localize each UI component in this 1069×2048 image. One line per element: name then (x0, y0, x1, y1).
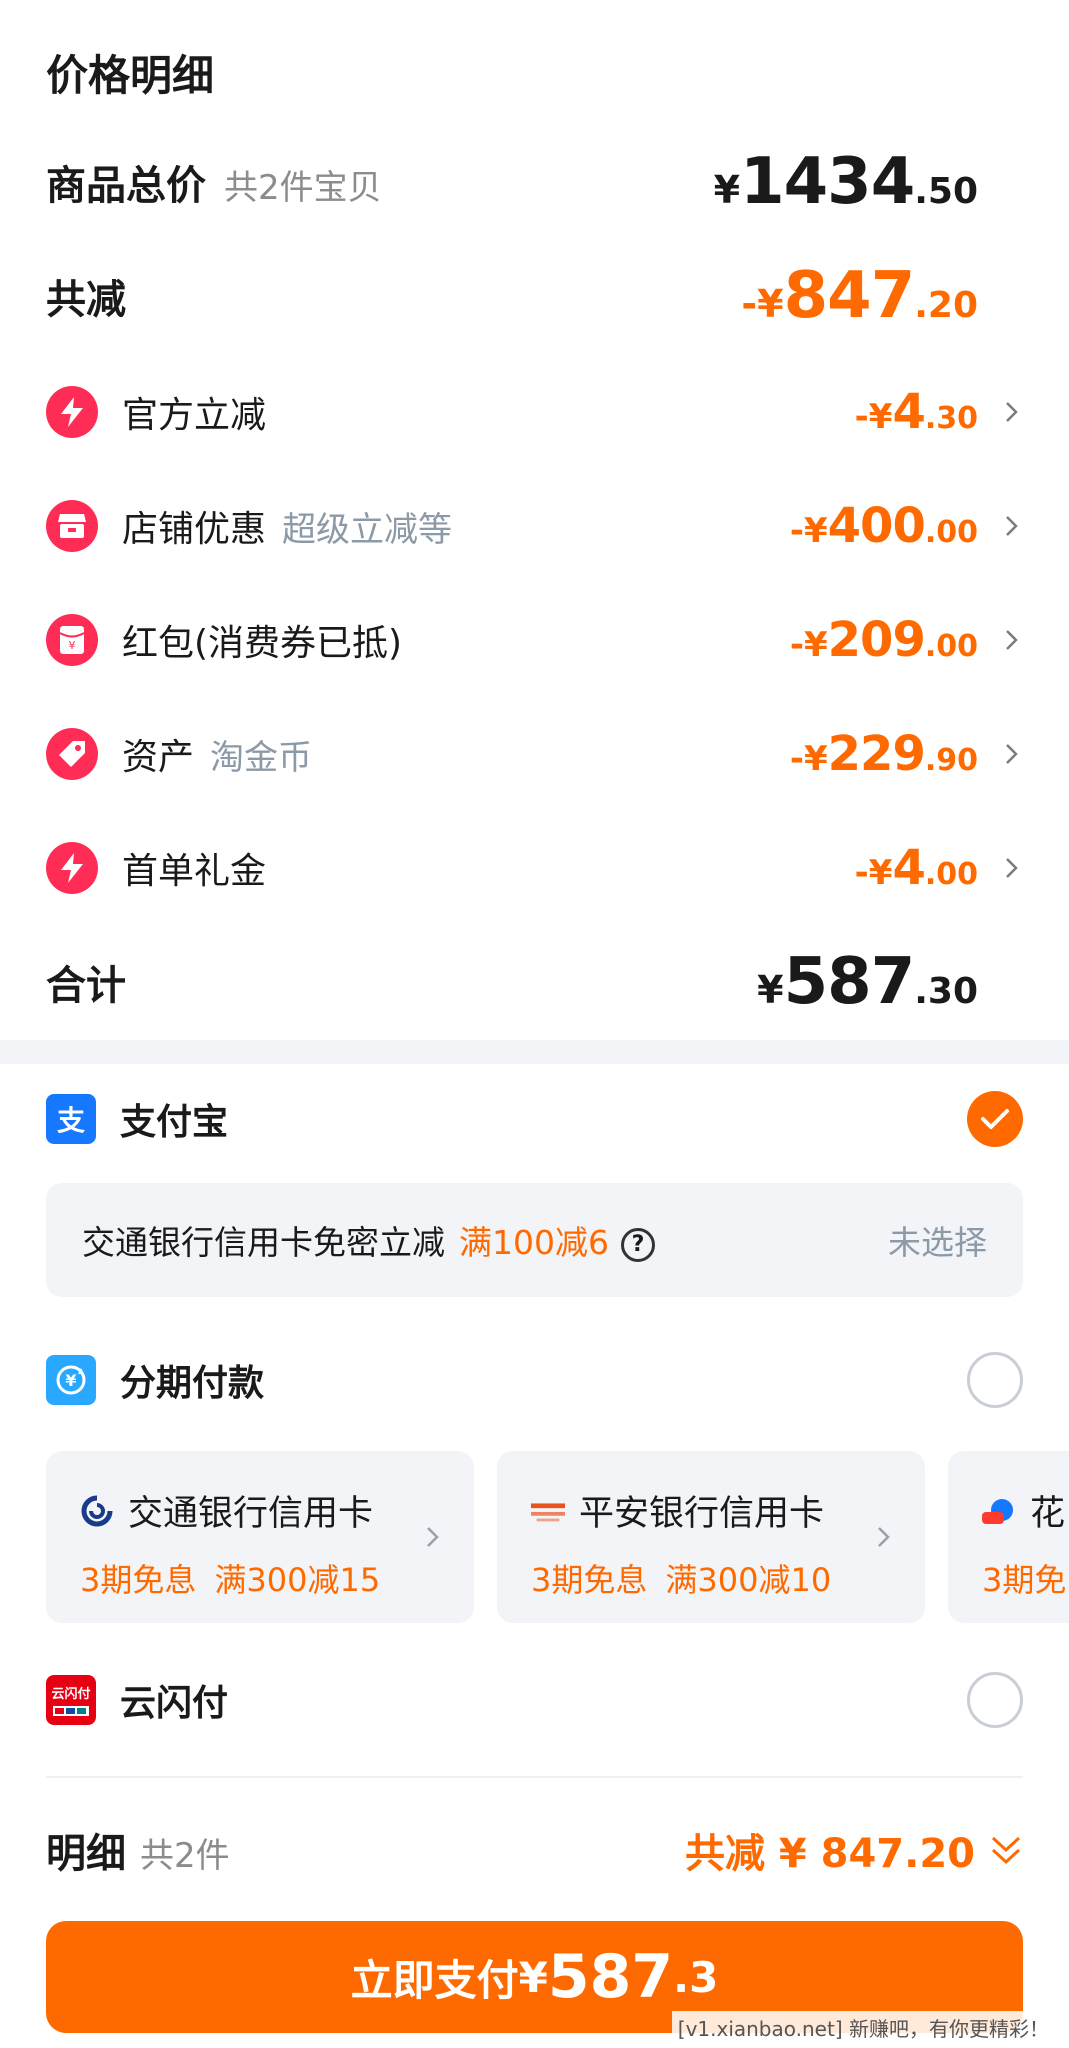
goods-total-label: 商品总价 共2件宝贝 (46, 163, 382, 209)
chevron-right-icon (1006, 744, 1018, 764)
huabei-logo-icon (982, 1494, 1016, 1528)
bocom-logo-icon (80, 1494, 114, 1528)
card-bank-name: 交通银行信用卡 (128, 1494, 374, 1534)
promo-text: 交通银行信用卡免密立减 (82, 1223, 445, 1262)
watermark: [v1.xianbao.net] 新赚吧，有你更精彩！ (671, 2011, 1055, 2044)
chevron-right-icon (1006, 630, 1018, 650)
card-bank-name: 平安银行信用卡 (579, 1494, 825, 1534)
alipay-label: 支付宝 (120, 1102, 229, 1143)
installment-card-pingan[interactable]: 平安银行信用卡 3期免息 满300减10 (497, 1451, 925, 1623)
chevron-right-icon (1006, 516, 1018, 536)
chevron-right-icon (1006, 858, 1018, 878)
pingan-logo-icon (531, 1494, 565, 1528)
chevron-right-icon (878, 1527, 890, 1547)
svg-text:¥: ¥ (65, 1371, 76, 1390)
svg-text:支: 支 (57, 1104, 85, 1137)
installment-card-list[interactable]: 交通银行信用卡 3期免息 满300减15 平安银行信用卡 3期免息 满300减10 … (46, 1451, 1069, 1623)
installment-card-huabei[interactable]: 花 3期免 (948, 1451, 1069, 1623)
promo-status[interactable]: 未选择 (888, 1216, 987, 1264)
discount-row-first-order[interactable]: 首单礼金 -¥4.00 (46, 828, 1023, 908)
lightning-icon (46, 386, 98, 438)
check-icon (981, 1109, 1009, 1129)
discount-row-official[interactable]: 官方立减 -¥4.30 (46, 372, 1023, 452)
sum-label: 合计 (46, 963, 126, 1009)
goods-total-row: 商品总价 共2件宝贝 ¥1434.50 (46, 142, 1023, 222)
detail-count: 共2件 (140, 1836, 230, 1876)
pay-option-installment[interactable]: ¥ 分期付款 (46, 1345, 1023, 1415)
discount-row-shop[interactable]: 店铺优惠 超级立减等 -¥400.00 (46, 486, 1023, 566)
goods-total-amount: ¥1434.50 (713, 145, 978, 219)
svg-text:¥: ¥ (69, 639, 76, 652)
divider (46, 1776, 1023, 1778)
total-reduced-row: 共减 -¥847.20 (46, 256, 1023, 336)
installment-card-bocom[interactable]: 交通银行信用卡 3期免息 满300减15 (46, 1451, 474, 1623)
pay-option-unionpay[interactable]: 云闪付 云闪付 (46, 1665, 1023, 1735)
alipay-radio[interactable] (967, 1091, 1023, 1147)
chevron-right-icon (427, 1527, 439, 1547)
section-divider (0, 1040, 1069, 1064)
total-reduced-amount: -¥847.20 (741, 259, 978, 333)
bank-promo-banner[interactable]: 交通银行信用卡免密立减 满100减6? 未选择 (46, 1183, 1023, 1297)
unionpay-radio[interactable] (967, 1672, 1023, 1728)
double-chevron-down-icon[interactable] (989, 1830, 1023, 1870)
installment-radio[interactable] (967, 1352, 1023, 1408)
page-title: 价格明细 (46, 51, 215, 100)
goods-count: 共2件宝贝 (224, 168, 382, 208)
promo-offer: 满100减6 (459, 1223, 609, 1262)
svg-text:云闪付: 云闪付 (51, 1686, 90, 1702)
price-detail-section: 价格明细 商品总价 共2件宝贝 ¥1434.50 共减 -¥847.20 官方立减… (0, 0, 1069, 1040)
unionpay-icon: 云闪付 (46, 1675, 96, 1725)
sum-row: 合计 ¥587.30 (46, 942, 1023, 1022)
pay-option-alipay[interactable]: 支 支付宝 (46, 1084, 1023, 1154)
tag-icon (46, 728, 98, 780)
card-bank-name: 花 (1030, 1494, 1066, 1534)
lightning-icon (46, 842, 98, 894)
total-reduced-label: 共减 (46, 277, 126, 323)
detail-summary: 共减 ¥ 847.20 (684, 1831, 975, 1877)
order-detail-row[interactable]: 明细 共2件 共减 ¥ 847.20 (46, 1812, 1023, 1888)
chevron-right-icon (1006, 402, 1018, 422)
installment-icon: ¥ (46, 1355, 96, 1405)
detail-label: 明细 (46, 1831, 126, 1877)
sum-amount: ¥587.30 (757, 945, 978, 1019)
installment-label: 分期付款 (120, 1363, 265, 1404)
alipay-icon: 支 (46, 1094, 96, 1144)
unionpay-label: 云闪付 (120, 1683, 229, 1724)
shop-icon (46, 500, 98, 552)
discount-row-red-packet[interactable]: ¥ 红包(消费券已抵) -¥209.00 (46, 600, 1023, 680)
red-packet-icon: ¥ (46, 614, 98, 666)
discount-row-assets[interactable]: 资产 淘金币 -¥229.90 (46, 714, 1023, 794)
help-icon[interactable]: ? (620, 1227, 655, 1262)
